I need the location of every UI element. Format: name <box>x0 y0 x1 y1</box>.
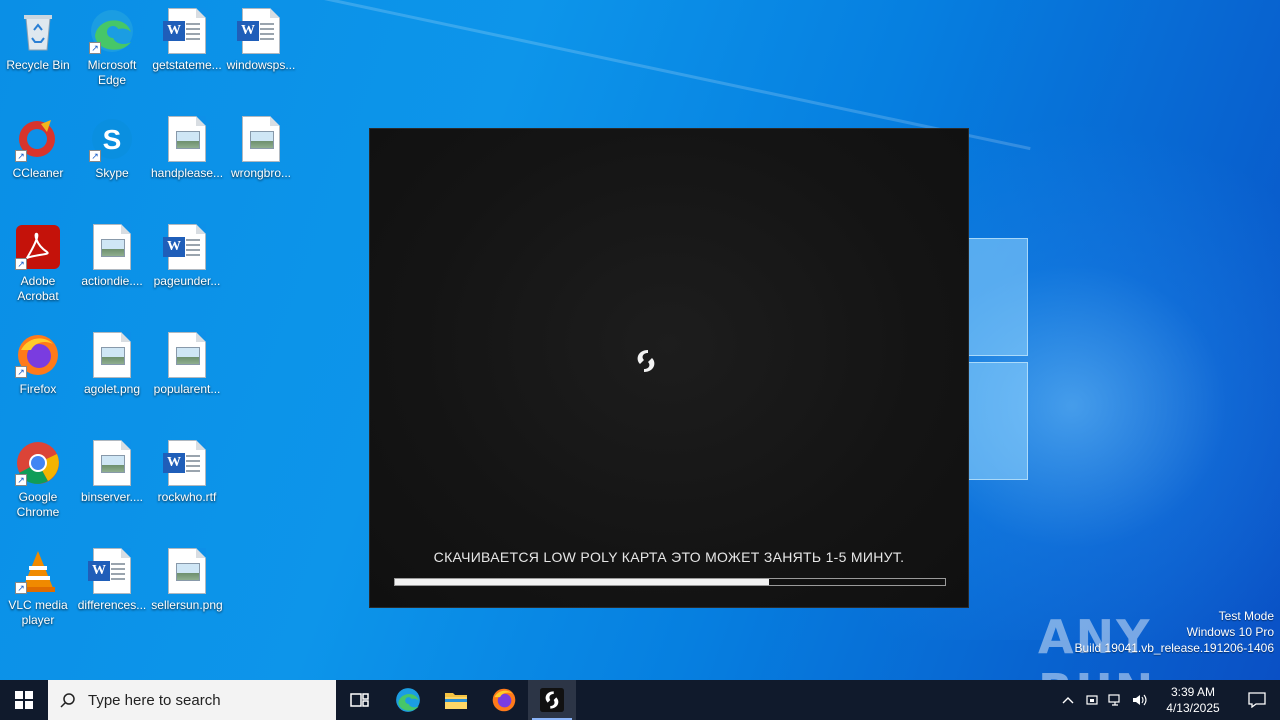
desktop-icon-firefox[interactable]: ↗ Firefox <box>0 332 76 397</box>
app-logo-icon <box>540 688 564 712</box>
desktop-icon-actiondie[interactable]: actiondie.... <box>74 224 150 289</box>
desktop-icon-skype[interactable]: S ↗ Skype <box>74 116 150 181</box>
watermark-line-2: Windows 10 Pro <box>1186 625 1274 639</box>
search-icon <box>60 693 75 708</box>
desktop-icon-vlc[interactable]: ↗ VLC media player <box>0 548 76 628</box>
download-progress-bar <box>394 578 946 586</box>
desktop-icon-sellersun[interactable]: sellersun.png <box>149 548 225 613</box>
network-icon[interactable] <box>1104 680 1128 720</box>
app-logo-icon <box>632 347 660 375</box>
search-placeholder: Type here to search <box>88 691 221 709</box>
word-doc-icon: W <box>163 8 210 54</box>
recycle-bin-icon <box>15 8 61 54</box>
desktop-icon-handplease[interactable]: handplease... <box>149 116 225 181</box>
skype-icon: S ↗ <box>89 116 135 162</box>
image-file-icon <box>238 116 284 162</box>
action-center-button[interactable] <box>1234 680 1280 720</box>
clock-time: 3:39 AM <box>1170 685 1216 699</box>
desktop-icon-popularent[interactable]: popularent... <box>149 332 225 397</box>
chrome-icon: ↗ <box>15 440 61 486</box>
desktop-icon-pageunder[interactable]: W pageunder... <box>149 224 225 289</box>
word-doc-icon: W <box>88 548 135 594</box>
firefox-icon <box>492 688 516 712</box>
desktop-icon-agolet[interactable]: agolet.png <box>74 332 150 397</box>
taskbar-clock[interactable]: 3:39 AM 4/13/2025 <box>1158 684 1228 716</box>
ccleaner-icon: ↗ <box>15 116 61 162</box>
word-doc-icon: W <box>163 440 210 486</box>
windows-wallpaper-logo <box>966 238 1030 482</box>
image-file-icon <box>164 116 210 162</box>
download-progress-fill <box>395 579 769 585</box>
image-file-icon <box>89 224 135 270</box>
taskbar-file-explorer-button[interactable] <box>432 680 480 720</box>
app-download-window[interactable]: СКАЧИВАЕТСЯ LOW POLY КАРТА ЭТО МОЖЕТ ЗАН… <box>369 128 969 608</box>
test-mode-watermark: Test Mode Windows 10 Pro Build 19041.vb_… <box>1075 608 1275 656</box>
edge-icon: ↗ <box>89 8 135 54</box>
svg-text:S: S <box>103 124 122 155</box>
download-status-text: СКАЧИВАЕТСЯ LOW POLY КАРТА ЭТО МОЖЕТ ЗАН… <box>433 549 905 565</box>
desktop-icon-differences[interactable]: W differences... <box>74 548 150 613</box>
system-tray: 3:39 AM 4/13/2025 <box>1056 680 1280 720</box>
acrobat-icon: ↗ <box>15 224 61 270</box>
folder-icon <box>445 693 467 709</box>
desktop-icon-wrongbro[interactable]: wrongbro... <box>223 116 299 181</box>
vlc-icon: ↗ <box>15 548 61 594</box>
show-hidden-icons-chevron-icon[interactable] <box>1056 680 1080 720</box>
edge-icon <box>396 688 420 712</box>
desktop-icon-recycle-bin[interactable]: Recycle Bin <box>0 8 76 73</box>
firefox-icon: ↗ <box>15 332 61 378</box>
desktop-icon-adobe-acrobat[interactable]: ↗ Adobe Acrobat <box>0 224 76 304</box>
task-view-button[interactable] <box>336 680 384 720</box>
image-file-icon <box>164 332 210 378</box>
taskbar-app-button[interactable] <box>528 680 576 720</box>
device-icon[interactable] <box>1080 680 1104 720</box>
desktop-icon-getstateme[interactable]: W getstateme... <box>149 8 225 73</box>
image-file-icon <box>89 440 135 486</box>
image-file-icon <box>89 332 135 378</box>
desktop-icon-google-chrome[interactable]: ↗ Google Chrome <box>0 440 76 520</box>
word-doc-icon: W <box>163 224 210 270</box>
taskbar-search-box[interactable]: Type here to search <box>48 680 336 720</box>
watermark-line-1: Test Mode <box>1218 609 1274 623</box>
watermark-line-3: Build 19041.vb_release.191206-1406 <box>1074 641 1275 655</box>
word-doc-icon: W <box>237 8 284 54</box>
task-view-icon <box>350 693 369 707</box>
desktop-icon-windowsps[interactable]: W windowsps... <box>223 8 299 73</box>
image-file-icon <box>164 548 210 594</box>
desktop-icon-microsoft-edge[interactable]: ↗ Microsoft Edge <box>74 8 150 88</box>
desktop-icon-binserver[interactable]: binserver.... <box>74 440 150 505</box>
start-button[interactable] <box>0 680 48 720</box>
clock-date: 4/13/2025 <box>1166 701 1220 715</box>
notification-icon <box>1248 692 1266 708</box>
volume-icon[interactable] <box>1128 680 1152 720</box>
desktop-icon-ccleaner[interactable]: ↗ CCleaner <box>0 116 76 181</box>
taskbar-firefox-button[interactable] <box>480 680 528 720</box>
taskbar: Type here to search 3:39 AM 4/13/2025 <box>0 680 1280 720</box>
desktop-icon-rockwho[interactable]: W rockwho.rtf <box>149 440 225 505</box>
taskbar-edge-button[interactable] <box>384 680 432 720</box>
windows-start-icon <box>15 691 33 709</box>
